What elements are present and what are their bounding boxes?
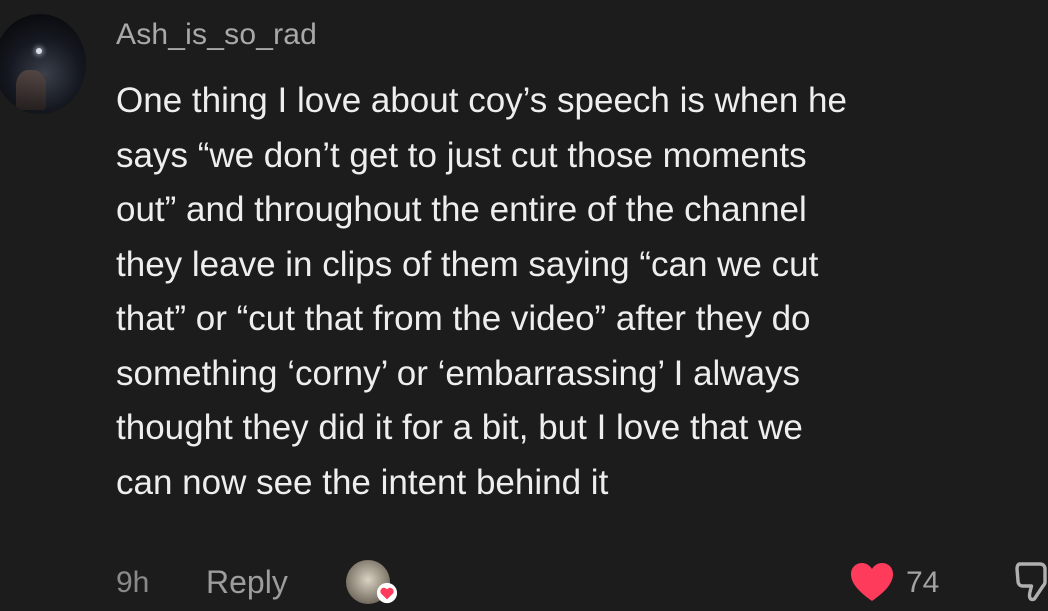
reply-button[interactable]: Reply [206,564,288,601]
comment-line: says “we don’t get to just cut those mom… [116,135,807,175]
comment-line: something ‘corny’ or ‘embarrassing’ I al… [116,353,801,393]
comment-line: out” and throughout the entire of the ch… [116,190,807,229]
comment-timestamp: 9h [116,566,150,599]
creator-liked-avatar [346,560,398,604]
comment-line: One thing I love about coy’s speech is w… [116,81,847,120]
comment-line: thought they did it for a bit, but I lov… [116,408,803,447]
comment-item: Ash_is_so_rad One thing I love about coy… [0,0,1048,611]
comment-line: they leave in clips of them saying “can … [116,244,819,284]
user-avatar[interactable] [0,14,86,114]
comment-username[interactable]: Ash_is_so_rad [116,18,317,52]
like-count: 74 [906,566,940,599]
comment-text: One thing I love about coy’s speech is w… [116,74,1036,510]
avatar-figure [16,70,46,110]
avatar-sparkle [36,48,42,54]
heart-icon[interactable] [848,560,896,604]
comment-line: that” or “cut that from the video” after… [116,299,811,338]
thumbs-down-icon[interactable] [1014,560,1048,606]
mini-heart-icon [376,582,398,604]
comment-line: can now see the intent behind it [116,462,609,502]
comment-footer: 9h Reply 74 [116,560,1048,604]
